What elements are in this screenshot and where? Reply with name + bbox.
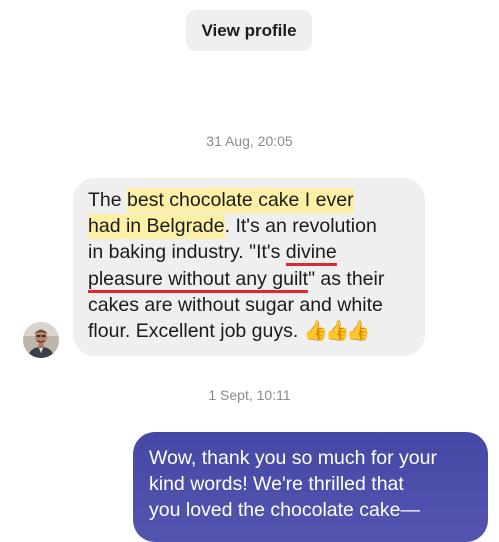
message-text: " as their	[308, 267, 385, 290]
avatar-person-icon	[23, 322, 59, 358]
message-text: . It's an revolution	[224, 215, 377, 238]
thumbs-up-emoji-icon: 👍👍👍	[303, 320, 371, 343]
message-line: had in Belgrade. It's an revolution	[88, 213, 409, 240]
message-text: in baking industry. "It's	[88, 241, 286, 264]
message-text: The	[88, 189, 128, 211]
underlined-text: divine	[285, 241, 337, 267]
outgoing-message-bubble[interactable]: Wow, thank you so much for your kind wor…	[133, 432, 488, 542]
message-line: Wow, thank you so much for your	[149, 447, 437, 469]
message-line: flour. Excellent job guys. 👍👍👍	[88, 318, 409, 344]
message-line: The best chocolate cake I ever	[88, 187, 409, 213]
message-line: in baking industry. "It's divine	[88, 239, 409, 267]
message-text: flour. Excellent job guys.	[88, 320, 304, 343]
message-timestamp: 1 Sept, 10:11	[208, 387, 291, 403]
highlighted-text: best chocolate cake I ever	[127, 188, 354, 213]
avatar[interactable]	[23, 322, 59, 358]
message-line: cakes are without sugar and white	[88, 293, 383, 316]
message-line: you loved the chocolate cake—	[149, 499, 421, 522]
message-timestamp: 31 Aug, 20:05	[206, 133, 293, 149]
underlined-text: pleasure without any guilt	[88, 267, 309, 293]
highlighted-text: had in Belgrade	[88, 214, 225, 240]
view-profile-button[interactable]: View profile	[186, 10, 312, 51]
incoming-message-bubble[interactable]: The best chocolate cake I ever had in Be…	[73, 178, 425, 356]
message-line: kind words! We're thrilled that	[149, 473, 404, 496]
message-line: pleasure without any guilt" as their	[88, 266, 409, 293]
